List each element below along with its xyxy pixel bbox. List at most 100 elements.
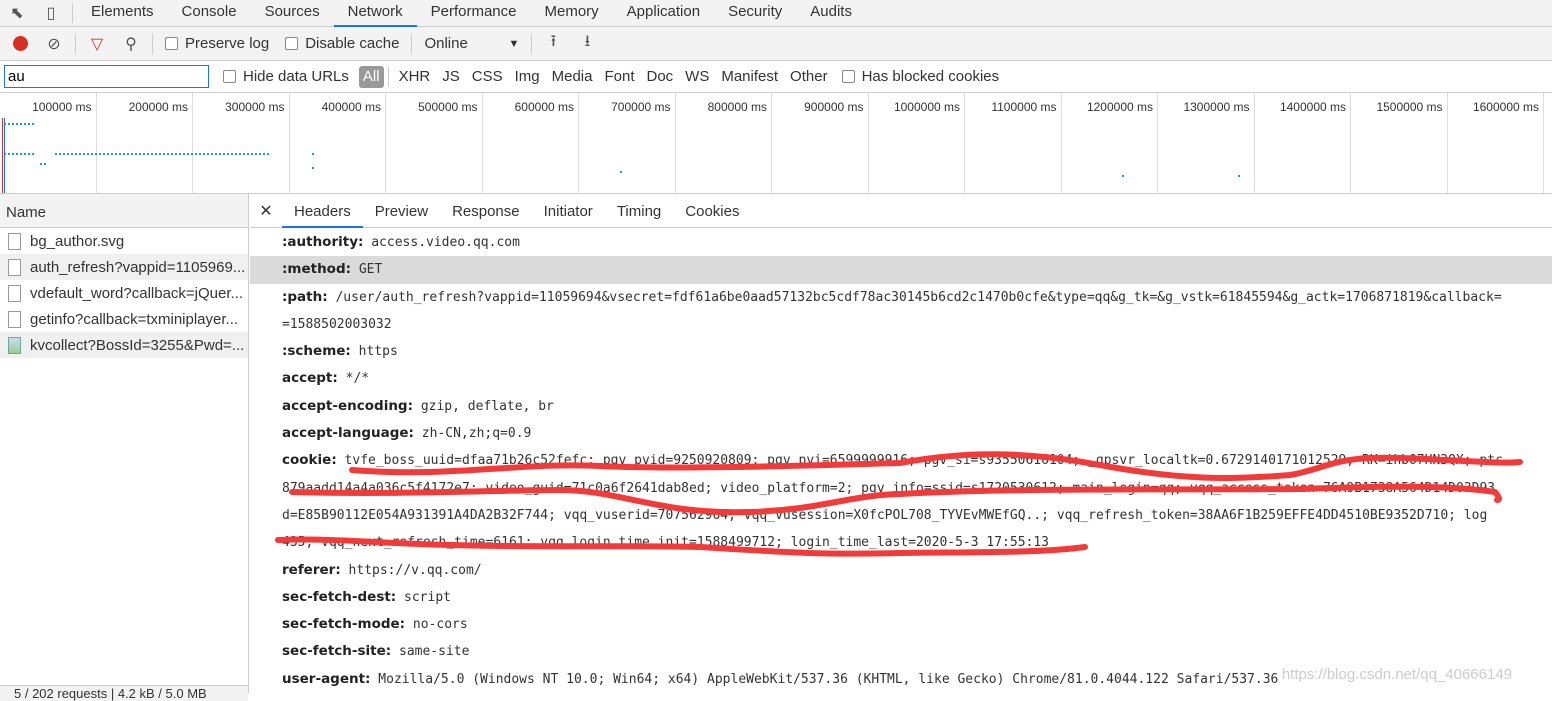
header-value: https bbox=[358, 344, 398, 360]
tab-security[interactable]: Security bbox=[714, 0, 796, 27]
tab-timing[interactable]: Timing bbox=[605, 194, 673, 228]
header-name: user-agent: bbox=[282, 670, 371, 687]
filter-type-media[interactable]: Media bbox=[546, 68, 599, 85]
timeline-overview[interactable]: 100000 ms 200000 ms 300000 ms 400000 ms 5000… bbox=[0, 93, 1552, 194]
inspect-element-icon[interactable]: ⬉ bbox=[5, 1, 29, 25]
header-name: sec-fetch-dest: bbox=[282, 588, 397, 605]
header-row[interactable]: referer: https://v.qq.com/ bbox=[250, 557, 1552, 584]
header-row[interactable]: accept: */* bbox=[250, 365, 1552, 392]
list-item[interactable]: getinfo?callback=txminiplayer... bbox=[0, 306, 248, 332]
filter-type-xhr[interactable]: XHR bbox=[393, 68, 437, 85]
filter-icon[interactable]: ▽ bbox=[85, 32, 109, 56]
header-row[interactable]: sec-fetch-dest: script bbox=[250, 584, 1552, 611]
filter-input[interactable] bbox=[4, 65, 209, 88]
header-value: gzip, deflate, br bbox=[420, 398, 554, 414]
request-name: bg_author.svg bbox=[30, 232, 125, 250]
timeline-tick: 400000 ms bbox=[290, 93, 386, 193]
tab-performance[interactable]: Performance bbox=[417, 0, 531, 27]
tab-memory[interactable]: Memory bbox=[531, 0, 613, 27]
throttle-select[interactable]: Online ▼ bbox=[424, 35, 519, 52]
import-har-icon[interactable]: ⭱ bbox=[541, 32, 565, 56]
name-column-header[interactable]: Name bbox=[0, 194, 248, 228]
header-value-continued: 879aadd14a4a036c5f4172e7; video_guid=71c… bbox=[282, 480, 1496, 496]
tab-network[interactable]: Network bbox=[333, 0, 417, 27]
tab-sources[interactable]: Sources bbox=[251, 0, 334, 27]
close-icon[interactable]: ✕ bbox=[250, 201, 282, 221]
header-row[interactable]: sec-fetch-site: same-site bbox=[250, 638, 1552, 665]
header-value: */* bbox=[345, 371, 370, 387]
request-dot bbox=[312, 153, 316, 155]
blocked-cookies-checkbox[interactable]: Has blocked cookies bbox=[841, 68, 999, 85]
chevron-down-icon: ▼ bbox=[508, 37, 520, 50]
detail-tabs: ✕ Headers Preview Response Initiator Tim… bbox=[250, 194, 1552, 228]
filter-type-js[interactable]: JS bbox=[436, 68, 466, 85]
header-name: :scheme: bbox=[282, 343, 351, 360]
filter-type-font[interactable]: Font bbox=[598, 68, 640, 85]
filter-type-manifest[interactable]: Manifest bbox=[715, 68, 784, 85]
filter-type-other[interactable]: Other bbox=[784, 68, 834, 85]
disable-cache-label: Disable cache bbox=[305, 35, 400, 52]
list-item[interactable]: kvcollect?BossId=3255&Pwd=... bbox=[0, 332, 248, 358]
header-name: sec-fetch-mode: bbox=[282, 616, 406, 633]
timeline-tick: 1600000 ms bbox=[1448, 93, 1544, 193]
timeline-tick-label: 700000 ms bbox=[611, 100, 671, 114]
request-dot bbox=[40, 163, 48, 165]
tab-application[interactable]: Application bbox=[613, 0, 714, 27]
header-row[interactable]: :authority: access.video.qq.com bbox=[250, 229, 1552, 256]
list-item[interactable]: bg_author.svg bbox=[0, 228, 248, 254]
tab-response[interactable]: Response bbox=[440, 194, 532, 228]
filter-type-css[interactable]: CSS bbox=[466, 68, 509, 85]
timeline-tick: 300000 ms bbox=[194, 93, 290, 193]
filter-type-all[interactable]: All bbox=[358, 65, 384, 88]
header-name: cookie: bbox=[282, 452, 337, 469]
export-har-icon[interactable]: ⭳ bbox=[575, 32, 599, 56]
header-value: tvfe_boss_uuid=dfaa71b26c52fefc; pgv_pvi… bbox=[344, 453, 1503, 469]
timeline-tick: 1300000 ms bbox=[1159, 93, 1255, 193]
timeline-tick: 1500000 ms bbox=[1352, 93, 1448, 193]
header-row[interactable]: :scheme: https bbox=[250, 338, 1552, 365]
timeline-tick: 200000 ms bbox=[97, 93, 193, 193]
header-row[interactable]: accept-encoding: gzip, deflate, br bbox=[250, 393, 1552, 420]
divider bbox=[75, 33, 76, 54]
timeline-tick-label: 200000 ms bbox=[128, 100, 188, 114]
request-name: kvcollect?BossId=3255&Pwd=... bbox=[30, 336, 245, 354]
header-row[interactable]: accept-language: zh-CN,zh;q=0.9 bbox=[250, 420, 1552, 447]
header-row[interactable]: :path: /user/auth_refresh?vappid=1105969… bbox=[250, 284, 1552, 311]
clear-icon[interactable]: ⊘ bbox=[42, 32, 66, 56]
preserve-log-checkbox[interactable]: Preserve log bbox=[165, 35, 269, 52]
filter-type-doc[interactable]: Doc bbox=[640, 68, 679, 85]
header-row[interactable]: sec-fetch-mode: no-cors bbox=[250, 611, 1552, 638]
header-row[interactable]: cookie: tvfe_boss_uuid=dfaa71b26c52fefc;… bbox=[250, 447, 1552, 474]
timeline-tick-label: 800000 ms bbox=[707, 100, 767, 114]
hide-data-urls-checkbox[interactable]: Hide data URLs bbox=[223, 68, 349, 85]
timeline-tick-label: 1000000 ms bbox=[893, 100, 960, 114]
disable-cache-checkbox[interactable]: Disable cache bbox=[285, 35, 399, 52]
filter-type-img[interactable]: Img bbox=[509, 68, 546, 85]
list-item[interactable]: vdefault_word?callback=jQuer... bbox=[0, 280, 248, 306]
file-icon bbox=[8, 284, 21, 302]
header-value: script bbox=[404, 589, 451, 605]
search-icon[interactable]: ⚲ bbox=[119, 32, 143, 56]
header-value: same-site bbox=[399, 644, 470, 660]
tab-audits[interactable]: Audits bbox=[796, 0, 866, 27]
header-row[interactable]: :method: GET bbox=[250, 256, 1552, 284]
timeline-tick-label: 500000 ms bbox=[418, 100, 478, 114]
timeline-tick-label: 300000 ms bbox=[225, 100, 285, 114]
tab-preview[interactable]: Preview bbox=[363, 194, 440, 228]
list-item[interactable]: auth_refresh?vappid=1105969... bbox=[0, 254, 248, 280]
request-dot bbox=[1122, 175, 1124, 177]
tab-cookies[interactable]: Cookies bbox=[673, 194, 751, 228]
header-value: zh-CN,zh;q=0.9 bbox=[421, 426, 532, 442]
file-icon bbox=[8, 232, 21, 250]
tab-elements[interactable]: Elements bbox=[77, 0, 168, 27]
filter-type-ws[interactable]: WS bbox=[679, 68, 715, 85]
tab-console[interactable]: Console bbox=[168, 0, 251, 27]
record-icon[interactable] bbox=[8, 32, 32, 56]
device-toolbar-icon[interactable]: ▯ bbox=[39, 1, 63, 25]
tab-headers[interactable]: Headers bbox=[282, 194, 363, 228]
timeline-tick-label: 1100000 ms bbox=[991, 100, 1057, 114]
request-dot bbox=[1238, 175, 1240, 177]
tab-initiator[interactable]: Initiator bbox=[532, 194, 605, 228]
network-toolbar: ⊘ ▽ ⚲ Preserve log Disable cache Online ▼… bbox=[0, 27, 1552, 61]
timeline-tick-label: 600000 ms bbox=[514, 100, 574, 114]
